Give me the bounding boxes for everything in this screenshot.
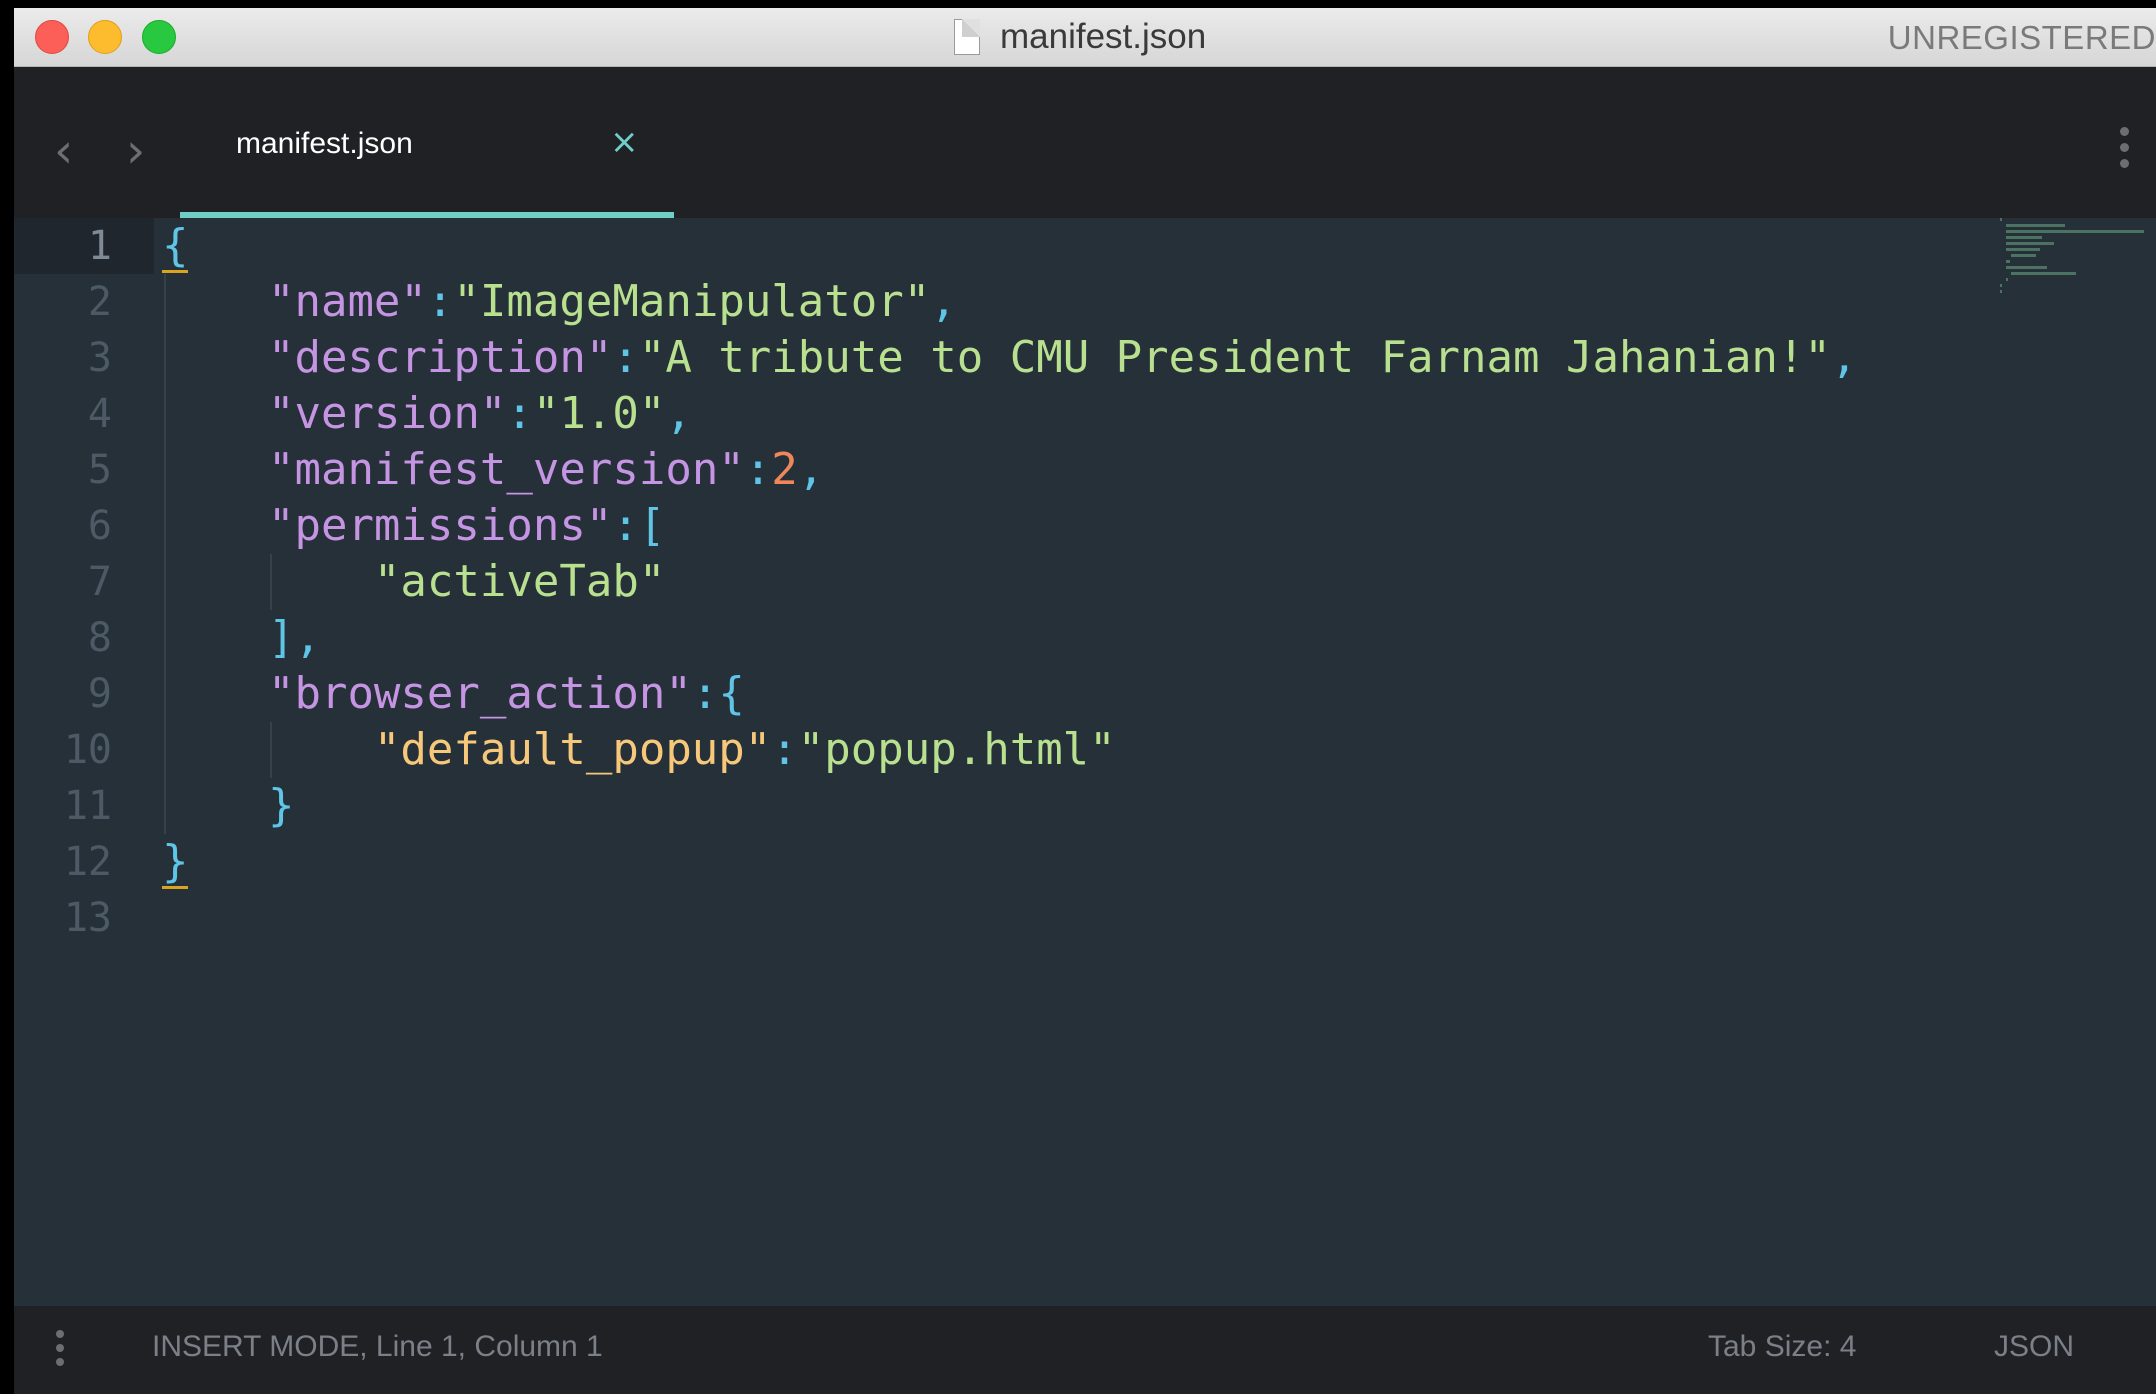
- line-number: 5: [87, 447, 112, 493]
- line-number: 4: [87, 391, 112, 437]
- close-icon[interactable]: ×: [610, 122, 639, 162]
- code-line: "activeTab": [373, 556, 666, 607]
- indent-guide: [270, 554, 272, 610]
- minimap-line: [2000, 284, 2003, 287]
- status-mode-position: INSERT MODE, Line 1, Column 1: [152, 1330, 603, 1363]
- minimap-line: [2005, 242, 2054, 245]
- minimap-line: [2005, 260, 2011, 263]
- close-window-button[interactable]: [35, 20, 69, 54]
- chevron-left-icon[interactable]: ‹: [54, 127, 73, 175]
- panel-toggle-icon[interactable]: [56, 1330, 66, 1372]
- line-number: 10: [63, 727, 112, 773]
- bracket-match-indicator: [162, 886, 188, 889]
- line-number: 6: [87, 503, 112, 549]
- code-line: ],: [267, 612, 321, 663]
- line-number: 3: [87, 335, 112, 381]
- code-line: }: [267, 780, 295, 831]
- code-line: "browser_action":{: [267, 668, 745, 719]
- indent-guide: [164, 274, 166, 834]
- line-number: 11: [63, 783, 112, 829]
- line-number: 12: [63, 839, 112, 885]
- tab-size-selector[interactable]: Tab Size: 4: [1708, 1330, 1856, 1364]
- document-icon: [954, 19, 980, 55]
- line-number-gutter: 1 2 3 4 5 6 7 8 9 10 11 12 13: [14, 218, 154, 1306]
- minimap-line: [2011, 254, 2037, 257]
- tab-label: manifest.json: [236, 127, 413, 160]
- minimap-line: [2000, 290, 2002, 293]
- code-line: "permissions":[: [267, 500, 666, 551]
- line-number: 7: [87, 559, 112, 605]
- zoom-window-button[interactable]: [142, 20, 176, 54]
- tab-bar: ‹ › manifest.json ×: [14, 67, 2156, 218]
- window-title-group: manifest.json: [954, 17, 1206, 57]
- bracket-match-indicator: [162, 270, 188, 273]
- minimap-line: [2005, 236, 2043, 239]
- code-line: "manifest_version":2,: [267, 444, 825, 495]
- status-bar: INSERT MODE, Line 1, Column 1 Tab Size: …: [14, 1306, 2156, 1394]
- line-number: 13: [63, 895, 112, 941]
- minimap-line: [2005, 266, 2047, 269]
- tab-manifest-json[interactable]: manifest.json ×: [180, 67, 674, 218]
- minimize-window-button[interactable]: [88, 20, 122, 54]
- code-line: }: [162, 836, 189, 887]
- more-options-icon[interactable]: [2120, 127, 2132, 175]
- registration-status: UNREGISTERED: [1887, 19, 2156, 56]
- minimap-line: [2011, 272, 2076, 275]
- code-line: {: [162, 220, 189, 271]
- chevron-right-icon[interactable]: ›: [126, 127, 145, 175]
- code-line: "name":"ImageManipulator",: [267, 276, 957, 327]
- editor-window: manifest.json UNREGISTERED ‹ › manifest.…: [14, 8, 2156, 1394]
- code-line: "description":"A tribute to CMU Presiden…: [267, 332, 1858, 383]
- minimap[interactable]: [2000, 218, 2156, 293]
- minimap-line: [2005, 224, 2066, 227]
- code-line: "default_popup":"popup.html": [373, 724, 1116, 775]
- syntax-selector[interactable]: JSON: [1994, 1330, 2074, 1364]
- line-number: 1: [14, 218, 154, 274]
- minimap-line: [2005, 248, 2041, 251]
- line-number: 9: [87, 671, 112, 717]
- title-bar: manifest.json UNREGISTERED: [14, 8, 2156, 67]
- minimap-line: [2005, 230, 2144, 233]
- minimap-line: [2005, 278, 2008, 281]
- indent-guide: [270, 722, 272, 778]
- window-title: manifest.json: [1000, 17, 1207, 56]
- code-editor[interactable]: 1 2 3 4 5 6 7 8 9 10 11 12 13 { "name":"ImageManipul…: [14, 218, 2156, 1306]
- code-line: "version":"1.0",: [267, 388, 692, 439]
- line-number: 2: [87, 279, 112, 325]
- minimap-line: [2000, 218, 2003, 221]
- line-number: 8: [87, 615, 112, 661]
